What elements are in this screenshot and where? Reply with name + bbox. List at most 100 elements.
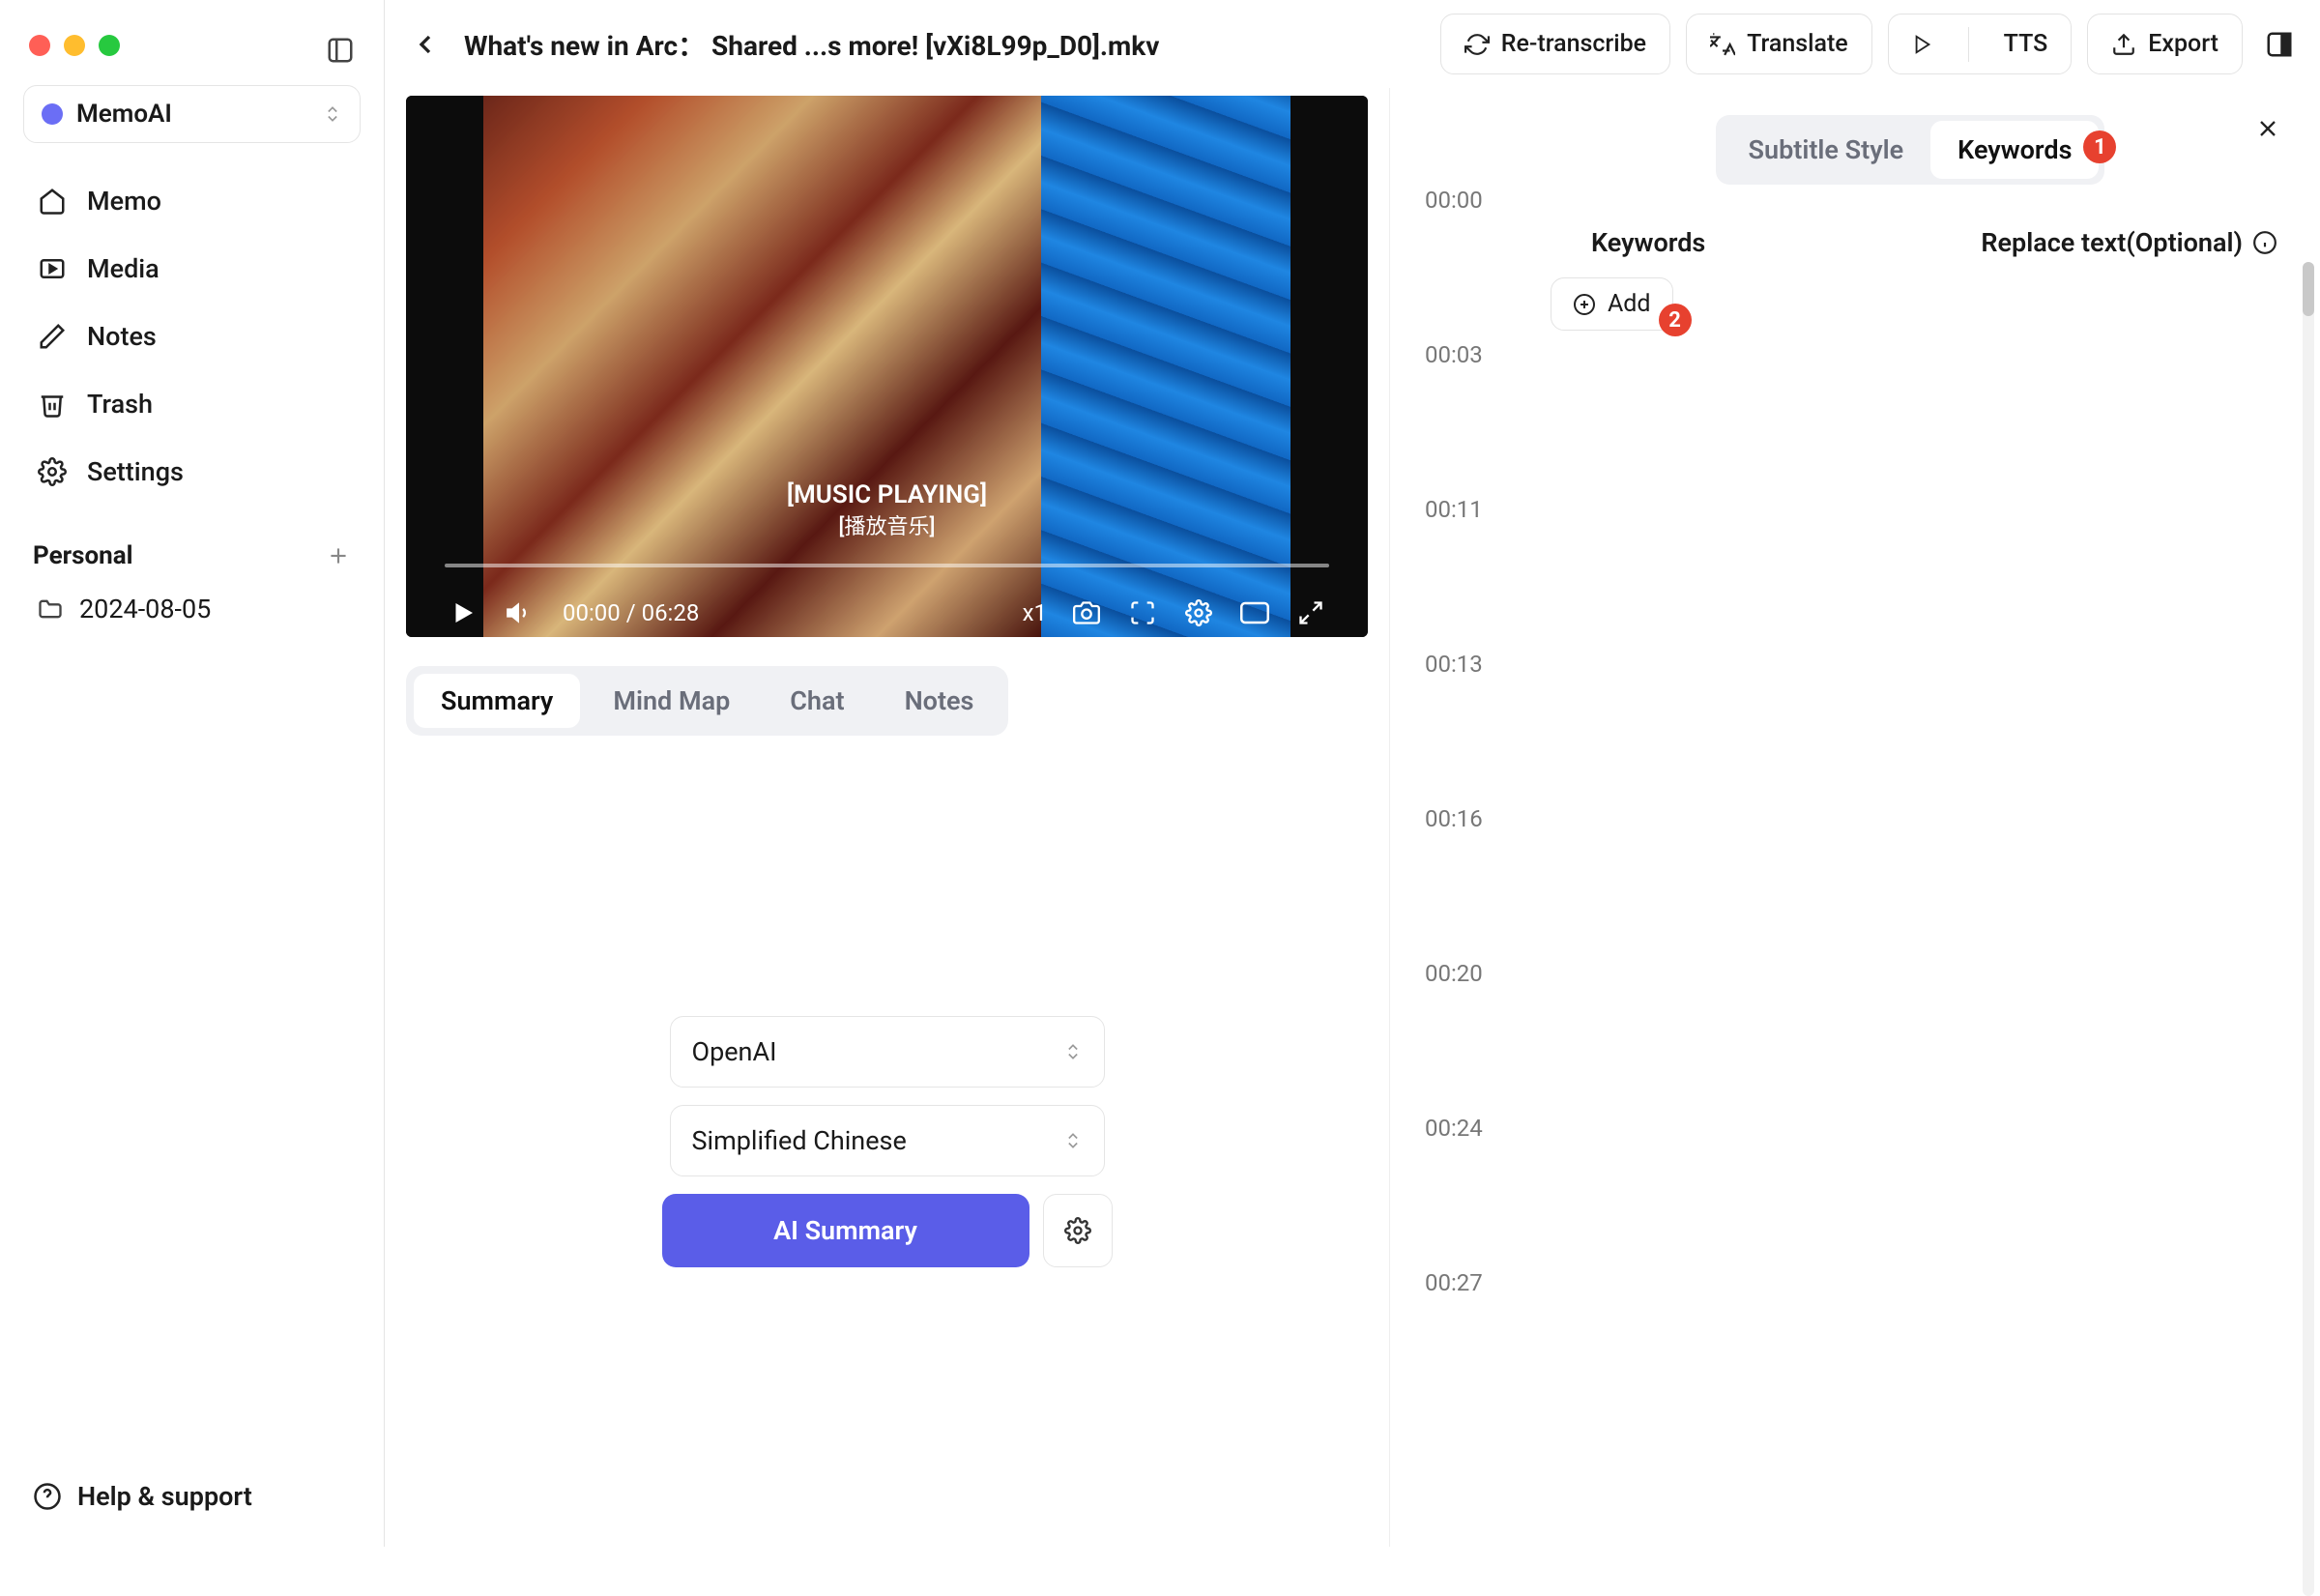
back-button[interactable] — [404, 23, 447, 66]
home-icon — [37, 186, 68, 217]
tab-notes[interactable]: Notes — [878, 674, 1001, 728]
tab-summary[interactable]: Summary — [414, 674, 580, 728]
folder-icon — [37, 595, 64, 623]
annotation-badge-1: 1 — [2083, 131, 2116, 163]
keywords-headers: Keywords Replace text(Optional) — [1533, 204, 2287, 258]
close-window-button[interactable] — [29, 35, 50, 56]
timestamp[interactable]: 00:11 — [1425, 496, 1512, 523]
progress-bar[interactable] — [445, 564, 1329, 567]
help-support[interactable]: Help & support — [0, 1446, 384, 1547]
ai-summary-settings-button[interactable] — [1043, 1194, 1113, 1267]
model-value: OpenAI — [692, 1036, 777, 1067]
media-icon — [37, 253, 68, 284]
keywords-column-header: Keywords — [1591, 227, 1705, 258]
content: [MUSIC PLAYING] [播放音乐] 00:00 / 06:28 x1 — [385, 88, 2320, 1547]
toggle-right-panel-button[interactable] — [2258, 23, 2301, 66]
pip-button[interactable] — [1126, 596, 1159, 629]
nav-list: Memo Media Notes Trash Settings — [0, 170, 384, 503]
add-folder-button[interactable] — [326, 543, 351, 568]
add-keyword-label: Add — [1608, 290, 1651, 318]
info-icon[interactable] — [2252, 230, 2277, 255]
gear-icon — [37, 456, 68, 487]
workspace-color-dot — [42, 103, 63, 125]
play-button[interactable] — [447, 596, 479, 629]
timestamp[interactable]: 00:13 — [1425, 651, 1512, 678]
scrollbar[interactable] — [2303, 262, 2314, 1596]
replace-column-header: Replace text(Optional) — [1981, 227, 2243, 258]
chevron-updown-icon — [1063, 1042, 1083, 1061]
timestamp[interactable]: 00:00 — [1425, 187, 1512, 214]
nav-settings[interactable]: Settings — [17, 441, 366, 503]
export-label: Export — [2148, 30, 2218, 58]
settings-button[interactable] — [1182, 596, 1215, 629]
nav-trash[interactable]: Trash — [17, 373, 366, 435]
help-icon — [33, 1482, 62, 1511]
screenshot-button[interactable] — [1070, 596, 1103, 629]
maximize-window-button[interactable] — [99, 35, 120, 56]
refresh-icon — [1464, 32, 1490, 57]
folder-name: 2024-08-05 — [79, 594, 211, 624]
export-button[interactable]: Export — [2087, 14, 2243, 74]
main: What's new in Arc： Shared ...s more! [vX… — [385, 0, 2320, 1547]
upload-icon — [2111, 32, 2136, 57]
document-title: What's new in Arc： Shared ...s more! [vX… — [464, 25, 1159, 64]
tts-button[interactable]: TTS — [1888, 14, 2073, 74]
translate-label: Translate — [1747, 30, 1848, 58]
retranscribe-button[interactable]: Re-transcribe — [1440, 14, 1670, 74]
language-select[interactable]: Simplified Chinese — [670, 1105, 1105, 1176]
ai-summary-button[interactable]: AI Summary — [662, 1194, 1030, 1267]
timestamp[interactable]: 00:03 — [1425, 341, 1512, 368]
timestamp[interactable]: 00:20 — [1425, 960, 1512, 987]
minimize-window-button[interactable] — [64, 35, 85, 56]
video-player[interactable]: [MUSIC PLAYING] [播放音乐] 00:00 / 06:28 x1 — [406, 96, 1368, 637]
chevron-updown-icon — [323, 104, 342, 124]
timestamp-gutter: 00:00 00:03 00:11 00:13 00:16 00:20 00:2… — [1425, 115, 1512, 1547]
nav-media[interactable]: Media — [17, 238, 366, 300]
timestamp[interactable]: 00:24 — [1425, 1115, 1512, 1142]
nav-trash-label: Trash — [87, 389, 153, 420]
tab-subtitle-style[interactable]: Subtitle Style — [1722, 121, 1931, 179]
help-label: Help & support — [77, 1481, 252, 1512]
personal-section-header: Personal — [0, 503, 384, 580]
subtitle-overlay: [MUSIC PLAYING] [播放音乐] — [787, 480, 987, 540]
nav-settings-label: Settings — [87, 456, 184, 487]
nav-notes[interactable]: Notes — [17, 305, 366, 367]
fullscreen-button[interactable] — [1294, 596, 1327, 629]
model-select[interactable]: OpenAI — [670, 1016, 1105, 1088]
collapse-sidebar-button[interactable] — [319, 29, 362, 72]
video-frame — [406, 96, 1368, 637]
keywords-tabs: Subtitle Style Keywords 1 — [1716, 115, 2105, 185]
nav-notes-label: Notes — [87, 321, 157, 352]
summary-panel: OpenAI Simplified Chinese AI Summary — [406, 736, 1368, 1547]
translate-icon — [1710, 32, 1735, 57]
sidebar: MemoAI Memo Media Notes Trash — [0, 0, 385, 1547]
timestamp[interactable]: 00:27 — [1425, 1269, 1512, 1296]
time-display: 00:00 / 06:28 — [563, 599, 699, 626]
folder-row[interactable]: 2024-08-05 — [0, 580, 384, 638]
play-icon[interactable] — [1889, 18, 1957, 71]
tab-chat[interactable]: Chat — [763, 674, 871, 728]
pencil-icon — [37, 321, 68, 352]
playback-speed[interactable]: x1 — [1023, 599, 1047, 626]
nav-memo[interactable]: Memo — [17, 170, 366, 232]
theater-button[interactable] — [1238, 596, 1271, 629]
add-keyword-button[interactable]: Add 2 — [1551, 277, 1673, 331]
workspace-name: MemoAI — [76, 100, 309, 129]
subtitle-main: [MUSIC PLAYING] — [787, 480, 987, 509]
timestamp[interactable]: 00:16 — [1425, 805, 1512, 832]
content-tabs: Summary Mind Map Chat Notes — [406, 666, 1008, 736]
right-column: 00:00 00:03 00:11 00:13 00:16 00:20 00:2… — [1390, 88, 2320, 1547]
annotation-badge-2: 2 — [1659, 304, 1692, 336]
video-controls: 00:00 / 06:28 x1 — [406, 596, 1368, 629]
nav-memo-label: Memo — [87, 186, 161, 217]
scrollbar-thumb[interactable] — [2303, 262, 2314, 316]
translate-button[interactable]: Translate — [1686, 14, 1872, 74]
tts-label: TTS — [2004, 30, 2048, 58]
nav-media-label: Media — [87, 253, 160, 284]
subtitle-sub: [播放音乐] — [787, 509, 987, 540]
volume-button[interactable] — [503, 596, 536, 629]
tab-keywords[interactable]: Keywords 1 — [1930, 121, 2099, 179]
tab-mindmap[interactable]: Mind Map — [586, 674, 757, 728]
personal-heading: Personal — [33, 541, 133, 570]
workspace-switcher[interactable]: MemoAI — [23, 85, 361, 143]
